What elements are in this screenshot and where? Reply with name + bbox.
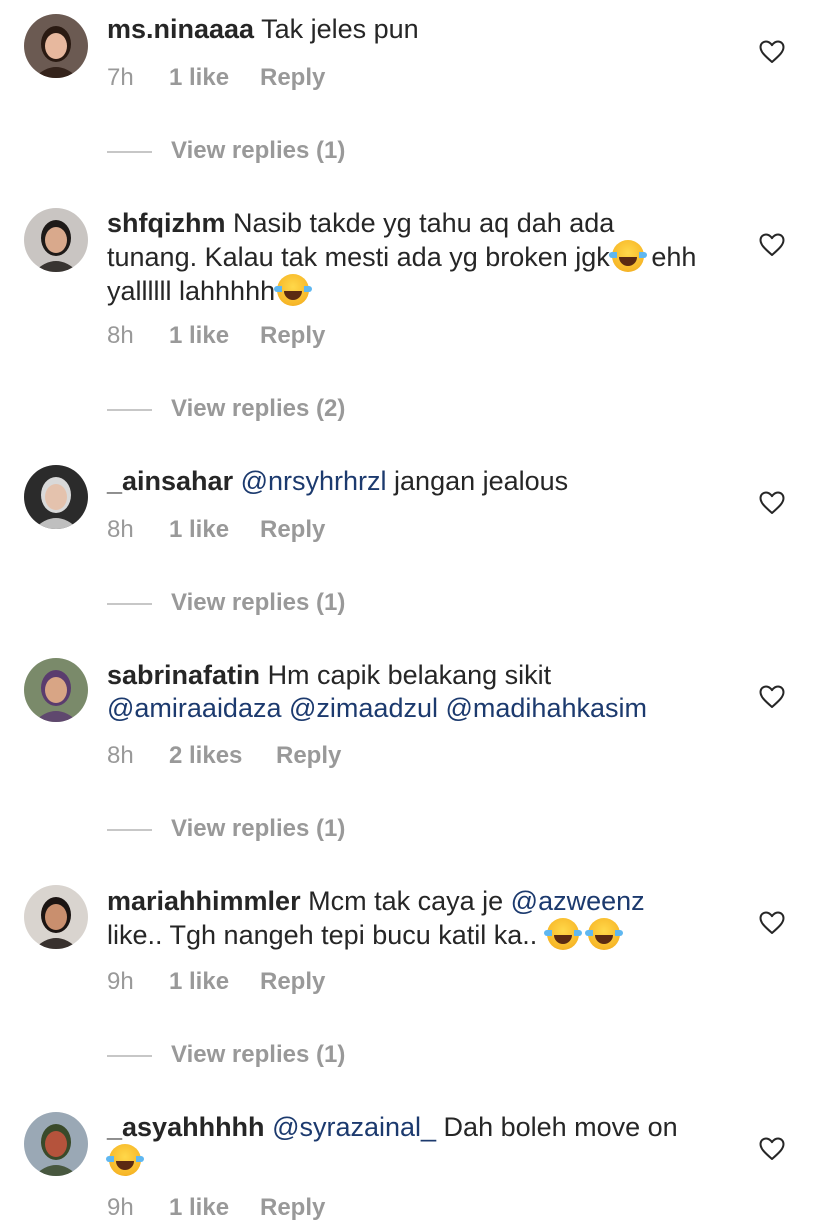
comment-username[interactable]: shfqizhm [107, 208, 226, 238]
comment-time: 9h [107, 1194, 134, 1221]
mention-link[interactable]: @madihahkasim [446, 693, 648, 723]
comment-body: Mcm tak caya je [308, 886, 511, 916]
reply-button[interactable]: Reply [260, 516, 325, 544]
replies-divider [107, 1055, 152, 1057]
heart-outline-icon[interactable] [759, 911, 785, 935]
likes-count[interactable]: 1 like [169, 1194, 229, 1222]
view-replies-label[interactable]: View replies (1) [171, 589, 345, 617]
view-replies-label[interactable]: View replies (2) [171, 395, 345, 423]
reply-button[interactable]: Reply [260, 968, 325, 996]
mention-link[interactable]: @nrsyhrhrzl [241, 466, 387, 496]
comment-text: _ainsahar @nrsyhrhrzl jangan jealous [107, 465, 707, 498]
mention-link[interactable]: @amiraaidaza [107, 693, 282, 723]
replies-divider [107, 151, 152, 153]
comment-username[interactable]: mariahhimmler [107, 886, 301, 916]
comment-username[interactable]: sabrinafatin [107, 660, 260, 690]
heart-outline-icon[interactable] [759, 40, 785, 64]
likes-count[interactable]: 1 like [169, 322, 229, 350]
heart-outline-icon[interactable] [759, 685, 785, 709]
reply-button[interactable]: Reply [260, 1194, 325, 1222]
joy-emoji [585, 918, 624, 950]
avatar[interactable] [24, 465, 88, 529]
mention-link[interactable]: @zimaadzul [289, 693, 438, 723]
username-spacer [233, 466, 241, 496]
reply-button[interactable]: Reply [260, 64, 325, 92]
comment-text: _asyahhhhh @syrazainal_ Dah boleh move o… [106, 1111, 707, 1178]
reply-button[interactable]: Reply [276, 742, 341, 770]
comment-body: Tak jeles pun [261, 14, 419, 44]
avatar[interactable] [24, 885, 88, 949]
reply-button[interactable]: Reply [260, 322, 325, 350]
likes-count[interactable]: 1 like [169, 64, 229, 92]
comment-time: 7h [107, 64, 134, 91]
username-spacer [301, 886, 309, 916]
rofl-emoji [274, 274, 313, 306]
joy-emoji [106, 1144, 144, 1176]
comment-body: jangan jealous [386, 466, 569, 496]
avatar[interactable] [24, 208, 88, 272]
comment-username[interactable]: ms.ninaaaa [107, 14, 254, 44]
likes-count[interactable]: 2 likes [169, 742, 242, 770]
mention-link[interactable]: @azweenz [511, 886, 645, 916]
view-replies-label[interactable]: View replies (1) [171, 1041, 345, 1069]
comment-body: Dah boleh move on [436, 1112, 678, 1142]
joy-emoji [543, 918, 582, 950]
username-spacer [226, 208, 234, 238]
heart-outline-icon[interactable] [759, 233, 785, 257]
comment-body [438, 693, 446, 723]
comment-body [282, 693, 290, 723]
avatar[interactable] [24, 1112, 88, 1176]
likes-count[interactable]: 1 like [169, 968, 229, 996]
comment-text: mariahhimmler Mcm tak caya je @azweenz l… [107, 885, 707, 952]
comment-body: Hm capik belakang sikit [267, 660, 552, 690]
comment-text: shfqizhm Nasib takde yg tahu aq dah ada … [107, 207, 707, 308]
comment-time: 9h [107, 968, 134, 995]
username-spacer [265, 1112, 273, 1142]
comment-time: 8h [107, 742, 134, 769]
mention-link[interactable]: @syrazainal_ [272, 1112, 436, 1142]
comment-time: 8h [107, 516, 134, 543]
comment-time: 8h [107, 322, 134, 349]
view-replies-label[interactable]: View replies (1) [171, 137, 345, 165]
view-replies-label[interactable]: View replies (1) [171, 815, 345, 843]
heart-outline-icon[interactable] [759, 491, 785, 515]
comment-body: like.. Tgh nangeh tepi bucu katil ka.. [107, 920, 545, 950]
joy-emoji [608, 240, 647, 272]
comment-text: ms.ninaaaa Tak jeles pun [107, 13, 707, 46]
username-spacer [260, 660, 268, 690]
likes-count[interactable]: 1 like [169, 516, 229, 544]
comment-username[interactable]: _asyahhhhh [107, 1112, 265, 1142]
heart-outline-icon[interactable] [759, 1137, 785, 1161]
comment-username[interactable]: _ainsahar [107, 466, 233, 496]
avatar[interactable] [24, 658, 88, 722]
replies-divider [107, 603, 152, 605]
replies-divider [107, 409, 152, 411]
comment-text: sabrinafatin Hm capik belakang sikit @am… [107, 659, 707, 725]
avatar[interactable] [24, 14, 88, 78]
replies-divider [107, 829, 152, 831]
